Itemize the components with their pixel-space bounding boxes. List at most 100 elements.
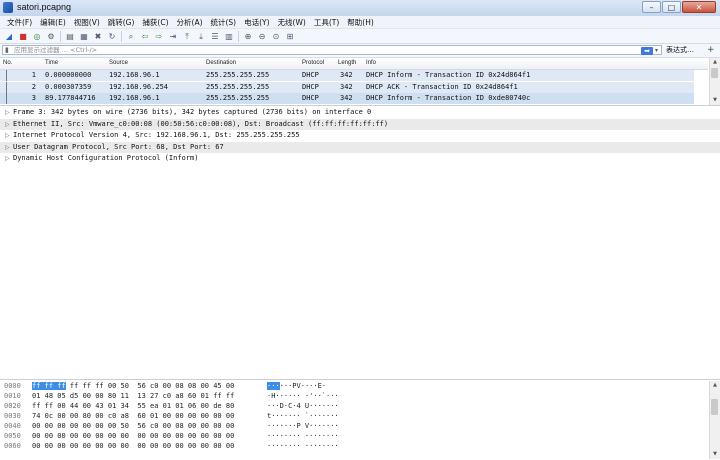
start-capture-icon[interactable]: ◢ [4, 31, 15, 42]
hex-ascii-text: ···PV····E· [279, 382, 327, 390]
menu-file[interactable]: 文件(F) [3, 17, 36, 28]
apply-filter-arrow-icon[interactable]: ➡ [641, 47, 653, 55]
hex-ascii-highlight: ··· [267, 382, 280, 390]
menu-go[interactable]: 跳转(G) [104, 17, 139, 28]
packet-cell-time: 0.000000000 [45, 71, 92, 79]
reload-icon[interactable]: ↻ [107, 31, 118, 42]
zoom-in-icon[interactable]: ⊕ [243, 31, 254, 42]
stop-capture-icon[interactable]: ■ [18, 31, 29, 42]
packet-list-pane: No. Time Source Destination Protocol Len… [0, 58, 720, 106]
toolbar-separator [238, 30, 239, 42]
zoom-out-icon[interactable]: ⊖ [257, 31, 268, 42]
packet-row[interactable]: 2 0.000307359 192.168.96.254 255.255.255.25… [0, 81, 694, 93]
hex-row[interactable]: 0020 ff ff 00 44 00 43 01 34 55 ea 01 01 … [0, 401, 708, 411]
detail-row-udp[interactable]: ▷ User Datagram Protocol, Src Port: 68, … [0, 141, 720, 154]
hex-bytes: 00 00 00 00 00 00 00 00 00 00 00 00 00 0… [32, 441, 234, 451]
menu-help[interactable]: 帮助(H) [343, 17, 378, 28]
hex-row[interactable]: 0000 ff ff ff ff ff ff 00 50 56 c0 00 08 … [0, 381, 708, 391]
packet-row[interactable]: 1 0.000000000 192.168.96.1 255.255.255.255 D… [0, 70, 694, 81]
hex-bytes-text: 01 48 05 d5 00 00 80 11 13 27 c0 a8 60 0… [32, 392, 235, 400]
title-bar: satori.pcapng – □ ✕ [0, 0, 720, 17]
hex-row[interactable]: 0030 74 0c 00 00 80 00 c0 a8 60 01 00 00 … [0, 411, 708, 421]
capture-options-icon[interactable]: ⚙ [46, 31, 57, 42]
display-filter-bar: ▮ 应用显示过滤器 … <Ctrl-/> ➡ ▾ 表达式… + [0, 44, 720, 58]
packet-row[interactable]: 3 89.177844716 192.168.96.1 255.255.255.255… [0, 93, 694, 104]
hex-offset: 0050 [4, 432, 21, 440]
menu-bar: 文件(F) 编辑(E) 视图(V) 跳转(G) 捕获(C) 分析(A) 统计(S… [0, 16, 720, 29]
detail-text: User Datagram Protocol, Src Port: 68, Ds… [13, 142, 224, 151]
menu-telephony[interactable]: 电话(Y) [240, 17, 273, 28]
main-toolbar: ◢ ■ ◎ ⚙ ▤ ▦ ✖ ↻ ⌕ ⇦ ⇨ ⇥ ⤒ ⤓ ☰ ▥ ⊕ ⊖ ⊙ ⊞ [0, 29, 720, 44]
save-file-icon[interactable]: ▦ [79, 31, 90, 42]
last-packet-icon[interactable]: ⤓ [196, 31, 207, 42]
menu-view[interactable]: 视图(V) [70, 17, 104, 28]
packet-cell-source: 192.168.96.1 [109, 94, 160, 102]
column-header-no[interactable]: No. [3, 58, 12, 69]
packet-cell-protocol: DHCP [302, 94, 319, 102]
hex-bytes: 00 00 00 00 00 00 00 50 56 c0 00 08 00 0… [32, 421, 234, 431]
filter-history-chevron-down-icon[interactable]: ▾ [655, 46, 658, 55]
detail-row-frame[interactable]: ▷ Frame 3: 342 bytes on wire (2736 bits)… [0, 107, 720, 119]
detail-text: Ethernet II, Src: Vmware_c0:00:08 (00:50… [13, 119, 389, 128]
close-button[interactable]: ✕ [682, 1, 716, 13]
expand-arrow-icon[interactable]: ▷ [5, 107, 10, 119]
colorize-icon[interactable]: ▥ [224, 31, 235, 42]
go-back-icon[interactable]: ⇦ [140, 31, 151, 42]
scroll-up-arrow-icon[interactable]: ▲ [710, 58, 720, 67]
hex-row[interactable]: 0010 01 48 05 d5 00 00 80 11 13 27 c0 a8 … [0, 391, 708, 401]
bookmark-icon[interactable]: ▮ [5, 46, 9, 55]
maximize-button[interactable]: □ [662, 1, 681, 13]
detail-row-ethernet[interactable]: ▷ Ethernet II, Src: Vmware_c0:00:08 (00:… [0, 118, 720, 131]
hex-offset: 0040 [4, 422, 21, 430]
expression-button[interactable]: 表达式… [666, 45, 694, 55]
column-header-source[interactable]: Source [109, 58, 128, 69]
scroll-thumb[interactable] [711, 68, 718, 78]
expand-arrow-icon[interactable]: ▷ [5, 142, 10, 154]
hex-row[interactable]: 0040 00 00 00 00 00 00 00 50 56 c0 00 08 … [0, 421, 708, 431]
menu-tools[interactable]: 工具(T) [310, 17, 343, 28]
hex-row[interactable]: 0060 00 00 00 00 00 00 00 00 00 00 00 00 … [0, 441, 708, 451]
scroll-down-arrow-icon[interactable]: ▼ [710, 96, 720, 105]
hex-bytes: 00 00 00 00 00 00 00 00 00 00 00 00 00 0… [32, 431, 234, 441]
column-header-protocol[interactable]: Protocol [302, 58, 324, 69]
column-header-destination[interactable]: Destination [206, 58, 236, 69]
packet-cell-info: DHCP ACK - Transaction ID 0x24d864f1 [366, 82, 518, 91]
scroll-up-arrow-icon[interactable]: ▲ [710, 381, 720, 390]
detail-row-dhcp[interactable]: ▷ Dynamic Host Configuration Protocol (I… [0, 153, 720, 165]
packet-cell-protocol: DHCP [302, 71, 319, 79]
menu-analyze[interactable]: 分析(A) [173, 17, 207, 28]
menu-wireless[interactable]: 无线(W) [274, 17, 310, 28]
packet-cell-destination: 255.255.255.255 [206, 94, 270, 102]
zoom-normal-icon[interactable]: ⊙ [271, 31, 282, 42]
packet-list-scrollbar[interactable]: ▲ ▼ [709, 58, 720, 105]
expand-arrow-icon[interactable]: ▷ [5, 130, 10, 142]
menu-edit[interactable]: 编辑(E) [36, 17, 70, 28]
detail-row-ipv4[interactable]: ▷ Internet Protocol Version 4, Src: 192.… [0, 130, 720, 142]
hex-bytes-text: ff ff ff 00 50 56 c0 00 08 08 00 45 00 [65, 382, 235, 390]
minimize-button[interactable]: – [642, 1, 661, 13]
scroll-thumb[interactable] [711, 399, 718, 415]
column-header-info[interactable]: Info [366, 58, 376, 69]
close-file-icon[interactable]: ✖ [93, 31, 104, 42]
hex-bytes: 01 48 05 d5 00 00 80 11 13 27 c0 a8 60 0… [32, 391, 234, 401]
restart-capture-icon[interactable]: ◎ [32, 31, 43, 42]
find-packet-icon[interactable]: ⌕ [126, 31, 137, 42]
open-file-icon[interactable]: ▤ [65, 31, 76, 42]
go-forward-icon[interactable]: ⇨ [154, 31, 165, 42]
first-packet-icon[interactable]: ⤒ [182, 31, 193, 42]
resize-columns-icon[interactable]: ⊞ [285, 31, 296, 42]
column-header-length[interactable]: Length [338, 58, 356, 69]
autoscroll-icon[interactable]: ☰ [210, 31, 221, 42]
scroll-down-arrow-icon[interactable]: ▼ [710, 450, 720, 459]
expand-arrow-icon[interactable]: ▷ [5, 119, 10, 131]
menu-capture[interactable]: 捕获(C) [138, 17, 172, 28]
menu-statistics[interactable]: 统计(S) [207, 17, 241, 28]
hex-row[interactable]: 0050 00 00 00 00 00 00 00 00 00 00 00 00 … [0, 431, 708, 441]
window-controls: – □ ✕ [642, 1, 716, 14]
column-header-time[interactable]: Time [45, 58, 58, 69]
display-filter-input[interactable]: ▮ 应用显示过滤器 … <Ctrl-/> ➡ ▾ [2, 45, 662, 55]
bytes-scrollbar[interactable]: ▲ ▼ [709, 381, 720, 459]
add-filter-button-plus-icon[interactable]: + [707, 45, 715, 55]
go-to-packet-icon[interactable]: ⇥ [168, 31, 179, 42]
expand-arrow-icon[interactable]: ▷ [5, 153, 10, 165]
